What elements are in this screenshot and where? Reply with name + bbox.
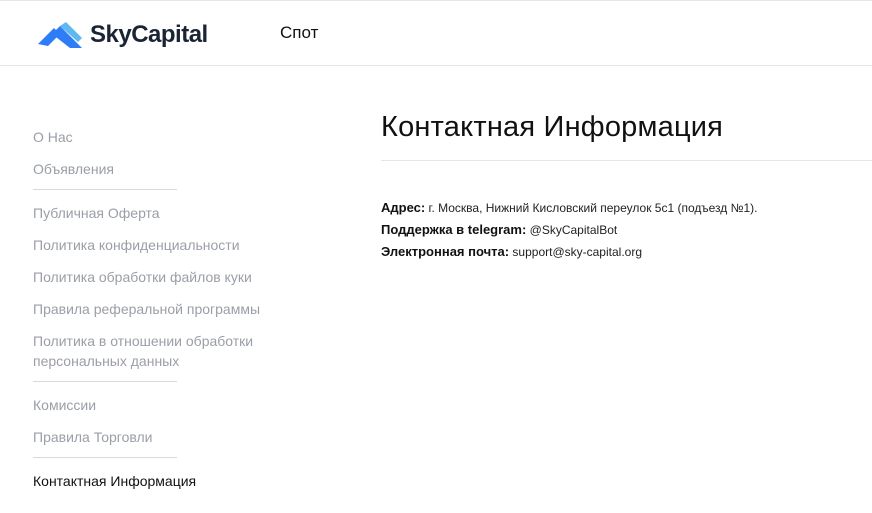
sidebar-item-public-offer[interactable]: Публичная Оферта	[33, 203, 293, 223]
header: SkyCapital Спот	[0, 0, 872, 66]
sidebar-divider	[33, 189, 177, 190]
sidebar-item-personal-data-policy[interactable]: Политика в отношении обработки персональ…	[33, 331, 293, 371]
telegram-label: Поддержка в telegram:	[381, 222, 527, 237]
telegram-row: Поддержка в telegram: @SkyCapitalBot	[381, 219, 872, 241]
email-row: Электронная почта: support@sky-capital.o…	[381, 241, 872, 263]
telegram-value[interactable]: @SkyCapitalBot	[530, 223, 618, 237]
title-divider	[381, 160, 872, 161]
sidebar-item-about[interactable]: О Нас	[33, 127, 293, 147]
sidebar-item-contact-info[interactable]: Контактная Информация	[33, 471, 293, 491]
sidebar-item-privacy-policy[interactable]: Политика конфиденциальности	[33, 235, 293, 255]
address-label: Адрес:	[381, 200, 426, 215]
logo-link[interactable]: SkyCapital	[38, 20, 208, 50]
page-title: Контактная Информация	[381, 111, 724, 143]
email-value[interactable]: support@sky-capital.org	[512, 245, 642, 259]
sidebar-item-trading-rules[interactable]: Правила Торговли	[33, 427, 293, 447]
sidebar-divider	[33, 457, 177, 458]
email-label: Электронная почта:	[381, 244, 510, 259]
main-content: Контактная Информация Адрес: г. Москва, …	[381, 108, 872, 263]
sidebar-item-cookie-policy[interactable]: Политика обработки файлов куки	[33, 267, 293, 287]
sidebar-item-announcements[interactable]: Объявления	[33, 159, 293, 179]
address-value: г. Москва, Нижний Кисловский переулок 5с…	[428, 201, 758, 215]
address-row: Адрес: г. Москва, Нижний Кисловский пере…	[381, 197, 872, 219]
contact-info: Адрес: г. Москва, Нижний Кисловский пере…	[381, 197, 872, 263]
logo-text: SkyCapital	[90, 21, 208, 48]
sidebar: О Нас Объявления Публичная Оферта Полити…	[33, 127, 293, 503]
nav-spot-link[interactable]: Спот	[280, 23, 318, 43]
sidebar-item-fees[interactable]: Комиссии	[33, 395, 293, 415]
skycapital-logo-icon	[38, 22, 82, 48]
sidebar-divider	[33, 381, 177, 382]
sidebar-item-referral-rules[interactable]: Правила реферальной программы	[33, 299, 293, 319]
